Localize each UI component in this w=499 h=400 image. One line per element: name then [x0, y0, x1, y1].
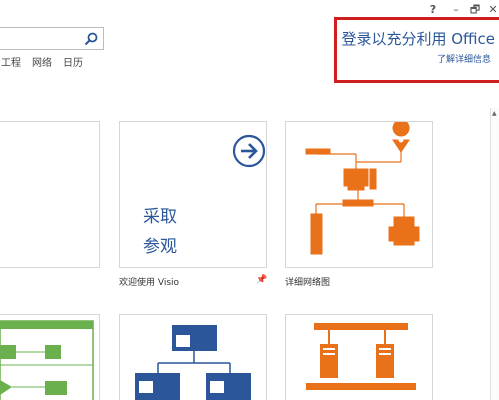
pin-icon[interactable]: 📌: [256, 275, 267, 285]
search-icon[interactable]: [83, 31, 99, 47]
blank-drawing-tile[interactable]: [0, 121, 100, 268]
signin-panel: 登录以充分利用 Office 了解详细信息: [334, 17, 499, 83]
flowchart-thumbnail: [0, 320, 94, 400]
template-search-box: [0, 27, 104, 50]
category-network[interactable]: 网络: [32, 54, 52, 69]
network-diagram-thumbnail: [305, 119, 420, 255]
vertical-scrollbar[interactable]: ▲: [490, 108, 499, 400]
detailed-network-tile[interactable]: [285, 119, 433, 268]
tour-title-line2: 参观: [143, 237, 177, 257]
arrow-right-circle-icon: [232, 134, 266, 168]
restore-button[interactable]: 🗗: [467, 2, 483, 18]
org-chart-tile[interactable]: [119, 314, 267, 400]
welcome-tour-tile[interactable]: 采取 参观: [119, 121, 267, 268]
server-network-tile[interactable]: [285, 314, 433, 400]
server-network-thumbnail: [306, 323, 416, 390]
signin-link[interactable]: 登录以充分利用 Office: [341, 28, 495, 49]
template-label-welcome: 欢迎使用 Visio: [119, 278, 180, 288]
search-input[interactable]: [0, 28, 80, 50]
category-engineering[interactable]: 工程: [1, 54, 21, 69]
help-button[interactable]: ?: [425, 2, 441, 18]
learn-more-link[interactable]: 了解详细信息: [437, 52, 491, 65]
template-label-network: 详细网络图: [285, 278, 331, 288]
close-button[interactable]: ✕: [485, 2, 499, 18]
category-calendar[interactable]: 日历: [63, 54, 83, 69]
org-chart-thumbnail: [135, 325, 251, 400]
flowchart-tile[interactable]: [0, 314, 100, 400]
tour-title-line1: 采取: [143, 207, 177, 227]
minimize-button[interactable]: –: [448, 2, 464, 18]
scroll-up-icon[interactable]: ▲: [492, 110, 497, 117]
